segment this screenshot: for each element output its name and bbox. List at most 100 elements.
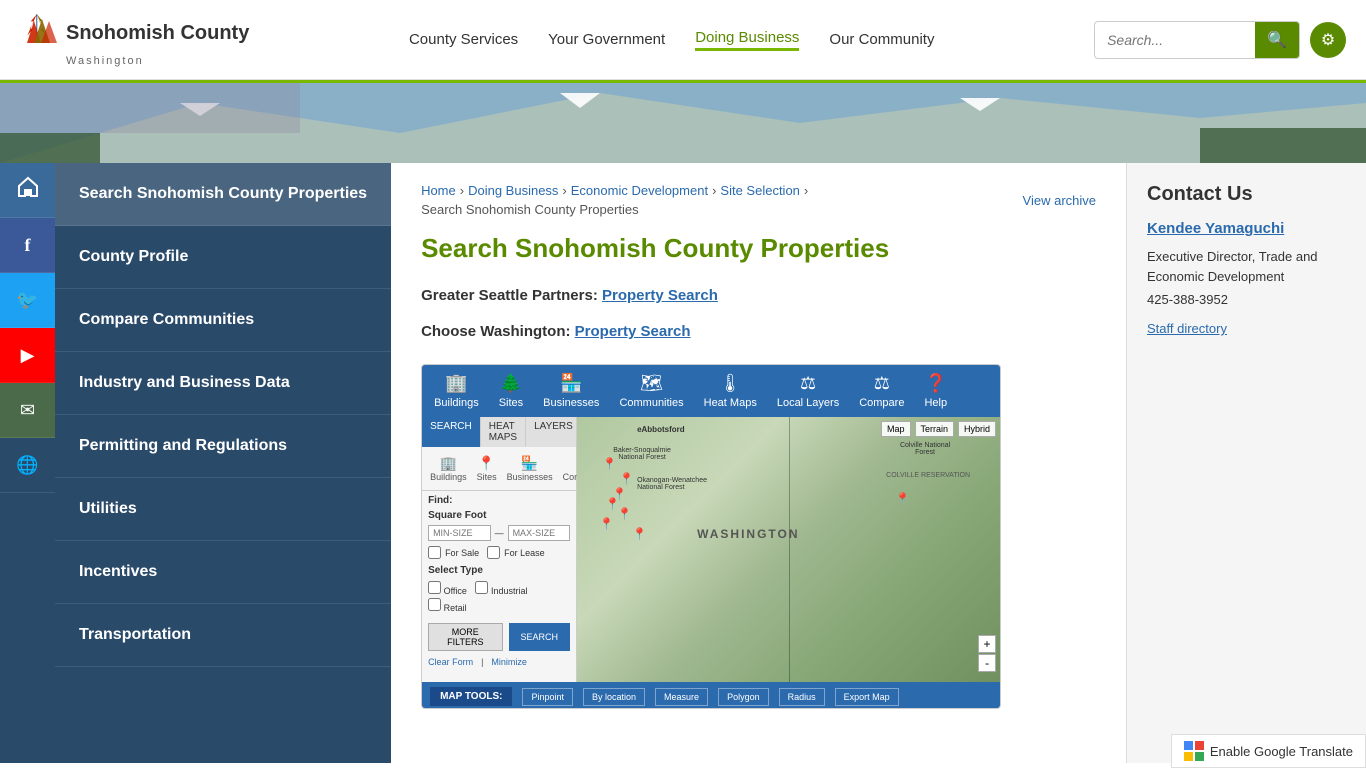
map-icon-businesses[interactable]: 🏪 Businesses (503, 453, 557, 484)
map-toolbar-heatmaps[interactable]: 🌡 Heat Maps (704, 373, 757, 409)
map-minimize-link[interactable]: Minimize (491, 657, 527, 667)
map-industrial-checkbox[interactable] (475, 581, 488, 594)
map-icon-buildings[interactable]: 🏢 Buildings (426, 453, 471, 484)
hero-banner (0, 83, 1366, 163)
map-pinpoint-btn[interactable]: Pinpoint (522, 688, 573, 706)
map-forlease-label[interactable]: For Lease (487, 546, 545, 559)
map-pin-2: 📍 (619, 472, 634, 486)
map-tools-button[interactable]: MAP TOOLS: (430, 687, 512, 706)
view-archive-link[interactable]: View archive (1023, 193, 1096, 208)
map-export-btn[interactable]: Export Map (835, 688, 899, 706)
map-zoom-out[interactable]: - (978, 654, 996, 672)
map-toolbar-compare[interactable]: ⚖ Compare (859, 373, 904, 409)
sidebar-item-utilities[interactable]: Utilities (55, 478, 391, 541)
sidebar-item-permitting[interactable]: Permitting and Regulations (55, 415, 391, 478)
map-toolbar-communities[interactable]: 🗺 Communities (619, 373, 683, 409)
map-pin-6: 📍 (599, 517, 614, 531)
nav-doing-business[interactable]: Doing Business (695, 29, 799, 51)
contact-role-line1: Executive Director, Trade and (1147, 249, 1318, 264)
settings-button[interactable]: ⚙ (1310, 22, 1346, 58)
property-search-link-2[interactable]: Property Search (575, 323, 691, 340)
globe-icon: 🌐 (16, 455, 38, 476)
map-retail-checkbox[interactable] (428, 598, 441, 611)
map-icon-sites[interactable]: 📍 Sites (473, 453, 501, 484)
sidebar-item-incentives[interactable]: Incentives (55, 541, 391, 604)
map-toolbar-businesses[interactable]: 🏪 Businesses (543, 373, 599, 409)
search-input[interactable] (1095, 24, 1255, 56)
content-line-2: Choose Washington: Property Search (421, 320, 1096, 344)
buildings-icon: 🏢 (445, 373, 467, 394)
search-button[interactable]: 🔍 (1255, 22, 1299, 58)
map-polygon-btn[interactable]: Polygon (718, 688, 769, 706)
map-find-label: Find: (422, 491, 576, 508)
map-label-colville: Colville National Forest (890, 442, 960, 456)
map-sqft-inputs: — (422, 523, 576, 543)
breadcrumb-economic-dev[interactable]: Economic Development (571, 183, 708, 198)
map-toolbar-local-layers[interactable]: ⚖ Local Layers (777, 373, 839, 409)
breadcrumb-doing-business[interactable]: Doing Business (468, 183, 558, 198)
social-icon-home[interactable] (0, 163, 55, 218)
mini-sites-icon: 📍 (478, 455, 495, 472)
sidebar-item-industry-business[interactable]: Industry and Business Data (55, 352, 391, 415)
sidebar-item-label: Utilities (79, 500, 137, 517)
map-clear-form-link[interactable]: Clear Form (428, 657, 473, 667)
sidebar-item-compare-communities[interactable]: Compare Communities (55, 289, 391, 352)
social-icon-youtube[interactable]: ▶ (0, 328, 55, 383)
map-type-retail[interactable]: Retail (428, 598, 570, 613)
sidebar-item-search-properties[interactable]: Search Snohomish County Properties (55, 163, 391, 226)
map-type-office[interactable]: Office Industrial (428, 581, 570, 596)
translate-label[interactable]: Enable Google Translate (1210, 744, 1353, 759)
map-toolbar-buildings[interactable]: 🏢 Buildings (434, 373, 479, 409)
map-tab-search[interactable]: SEARCH (422, 417, 481, 447)
map-more-filters-button[interactable]: MORE FILTERS (428, 623, 502, 651)
map-zoom-in[interactable]: + (978, 635, 996, 653)
map-label-okanogan: Okanogan-Wenatchee National Forest (637, 477, 717, 491)
page-header: Snohomish County Washington County Servi… (0, 0, 1366, 80)
map-image: Map Terrain Hybrid eAbbotsford Baker-Sno… (577, 417, 1000, 682)
sidebar-item-transportation[interactable]: Transportation (55, 604, 391, 667)
content-line-1: Greater Seattle Partners: Property Searc… (421, 284, 1096, 308)
map-by-location-btn[interactable]: By location (583, 688, 645, 706)
sidebar-item-county-profile[interactable]: County Profile (55, 226, 391, 289)
header-right: 🔍 ⚙ (1094, 21, 1346, 59)
breadcrumb-home[interactable]: Home (421, 183, 456, 198)
map-forlease-checkbox[interactable] (487, 546, 500, 559)
map-pin-8: 📍 (895, 492, 910, 506)
map-min-input[interactable] (428, 525, 491, 541)
map-measure-btn[interactable]: Measure (655, 688, 708, 706)
nav-our-community[interactable]: Our Community (829, 31, 934, 48)
map-tab-layers[interactable]: LAYERS (526, 417, 582, 447)
facebook-icon: f (25, 235, 31, 256)
communities-icon: 🗺 (640, 373, 663, 394)
nav-your-government[interactable]: Your Government (548, 31, 665, 48)
map-range-separator: — (495, 528, 504, 538)
nav-county-services[interactable]: County Services (409, 31, 518, 48)
search-box: 🔍 (1094, 21, 1300, 59)
breadcrumb-sep-2: › (562, 183, 566, 198)
social-icon-twitter[interactable]: 🐦 (0, 273, 55, 328)
map-view-map[interactable]: Map (881, 421, 911, 437)
breadcrumb-site-selection[interactable]: Site Selection (720, 183, 800, 198)
map-toolbar-help[interactable]: ❓ Help (924, 373, 947, 409)
map-view-hybrid[interactable]: Hybrid (958, 421, 996, 437)
staff-directory-link[interactable]: Staff directory (1147, 321, 1346, 336)
social-icon-facebook[interactable]: f (0, 218, 55, 273)
map-office-checkbox[interactable] (428, 581, 441, 594)
map-forsale-label[interactable]: For Sale (428, 546, 479, 559)
map-office-label: Office (444, 586, 467, 596)
map-toolbar-sites[interactable]: 🌲 Sites (499, 373, 523, 409)
map-radius-btn[interactable]: Radius (779, 688, 825, 706)
map-tab-heatmaps[interactable]: HEAT MAPS (481, 417, 526, 447)
contact-name[interactable]: Kendee Yamaguchi (1147, 220, 1346, 237)
map-forsale-checkbox[interactable] (428, 546, 441, 559)
twitter-icon: 🐦 (16, 290, 38, 311)
map-clear-row: Clear Form | Minimize (422, 657, 576, 671)
social-icon-email[interactable]: ✉ (0, 383, 55, 438)
logo-area[interactable]: Snohomish County Washington (20, 13, 249, 67)
social-icon-globe[interactable]: 🌐 (0, 438, 55, 493)
property-search-link-1[interactable]: Property Search (602, 287, 718, 304)
map-max-input[interactable] (508, 525, 571, 541)
home-icon (17, 176, 39, 204)
map-search-button[interactable]: SEARCH (509, 623, 571, 651)
map-view-terrain[interactable]: Terrain (915, 421, 955, 437)
